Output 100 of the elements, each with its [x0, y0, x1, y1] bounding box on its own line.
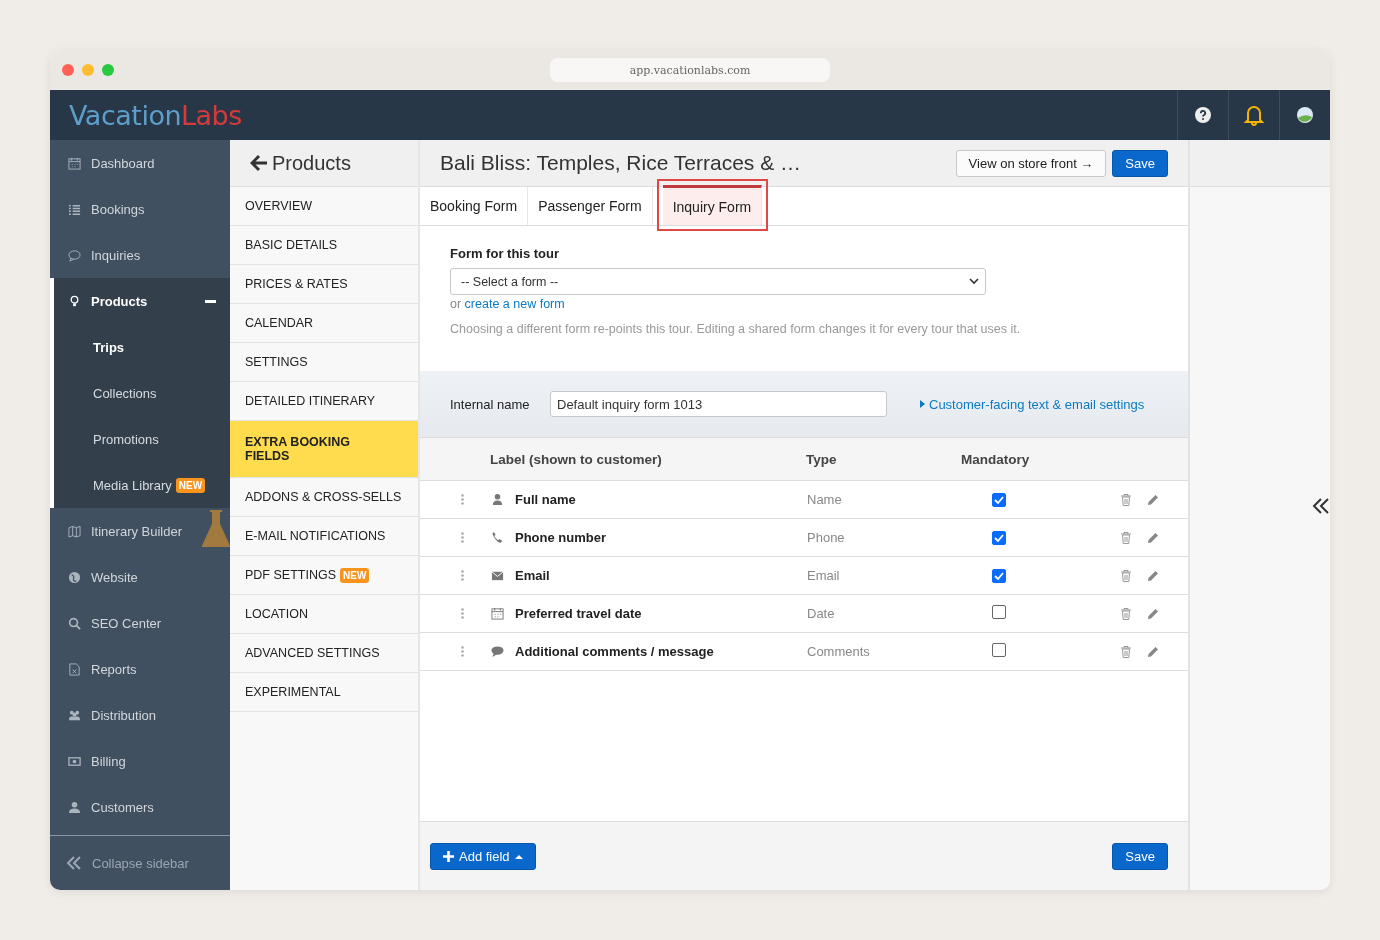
report-icon	[68, 662, 81, 676]
bell-icon[interactable]	[1243, 104, 1265, 126]
create-form-link[interactable]: create a new form	[464, 297, 565, 311]
menu-label: PRICES & RATES	[245, 277, 348, 291]
sidebar-item[interactable]: SEO Center	[50, 600, 230, 646]
sidebar-item[interactable]: Billing	[50, 738, 230, 784]
caret-up-icon	[514, 853, 523, 859]
menu-item[interactable]: SETTINGS	[230, 343, 418, 382]
menu-item[interactable]: EXPERIMENTAL	[230, 673, 418, 712]
menu-item[interactable]: OVERVIEW	[230, 187, 418, 226]
menu-label: LOCATION	[245, 607, 308, 621]
trash-icon[interactable]	[1121, 569, 1131, 582]
add-field-button[interactable]: Add field	[430, 842, 536, 870]
drag-handle-icon[interactable]	[461, 608, 464, 619]
mandatory-checkbox[interactable]	[992, 605, 1006, 619]
trash-icon[interactable]	[1121, 493, 1131, 506]
pencil-icon[interactable]	[1147, 531, 1159, 544]
field-label-cell-text: Phone number	[515, 530, 607, 545]
pencil-icon[interactable]	[1147, 607, 1159, 620]
column-header: Mandatory	[961, 451, 1030, 467]
mail-icon	[491, 569, 504, 582]
menu-label: E-MAIL NOTIFICATIONS	[245, 529, 386, 543]
pencil-icon[interactable]	[1147, 493, 1159, 506]
pencil-icon[interactable]	[1147, 645, 1159, 658]
user-icon	[68, 800, 81, 814]
mandatory-checkbox[interactable]	[992, 493, 1006, 507]
mandatory-checkbox[interactable]	[992, 569, 1006, 583]
menu-label: EXTRA BOOKING FIELDS	[245, 435, 352, 463]
calendar-icon	[491, 607, 504, 620]
mandatory-checkbox[interactable]	[992, 531, 1006, 545]
sidebar-item[interactable]: Distribution	[50, 692, 230, 738]
trash-icon[interactable]	[1121, 645, 1131, 658]
menu-label: PDF SETTINGS	[245, 568, 336, 582]
new-badge: NEW	[175, 477, 206, 493]
drag-handle-icon[interactable]	[461, 646, 464, 657]
sidebar-item[interactable]: Products	[50, 278, 230, 324]
tab[interactable]: Passenger Form	[528, 187, 653, 225]
address-bar[interactable]: app.vacationlabs.com	[550, 58, 830, 82]
minimize-dot[interactable]	[82, 64, 94, 76]
sidebar-item[interactable]: Reports	[50, 646, 230, 692]
back-arrow-icon[interactable]	[250, 154, 268, 172]
sidebar-subitem[interactable]: Promotions	[50, 416, 230, 462]
save-button[interactable]: Save	[1112, 842, 1168, 870]
pencil-icon[interactable]	[1147, 569, 1159, 582]
double-chevron-icon	[66, 855, 82, 871]
sidebar-label: Dashboard	[91, 155, 155, 171]
sidebar-item[interactable]: Itinerary Builder	[50, 508, 230, 554]
menu-item[interactable]: PDF SETTINGS NEW	[230, 556, 418, 595]
view-store-button[interactable]: View on store front →	[955, 149, 1107, 177]
sidebar-label: Customers	[91, 799, 154, 815]
drag-handle-icon[interactable]	[461, 532, 464, 543]
sidebar-label: Inquiries	[91, 247, 141, 263]
menu-item[interactable]: EXTRA BOOKING FIELDS	[230, 421, 418, 478]
globe-icon	[68, 570, 81, 584]
menu-item[interactable]: LOCATION	[230, 595, 418, 634]
close-dot[interactable]	[62, 64, 74, 76]
sidebar-item[interactable]: Customers	[50, 784, 230, 830]
search-icon	[68, 616, 81, 630]
logo[interactable]: VacationLabs	[69, 99, 242, 131]
trash-icon[interactable]	[1121, 531, 1131, 544]
user-icon	[491, 493, 504, 506]
tab[interactable]: Booking Form	[420, 187, 529, 225]
sidebar-subitem[interactable]: Collections	[50, 370, 230, 416]
double-chevron-icon[interactable]	[1312, 497, 1330, 515]
or-text: or	[450, 297, 462, 311]
help-icon[interactable]	[1195, 107, 1211, 123]
avatar-icon[interactable]	[1296, 106, 1314, 124]
settings-link[interactable]: Customer-facing text & email settings	[920, 396, 1145, 412]
sidebar-item[interactable]: Dashboard	[50, 140, 230, 186]
sidebar-item[interactable]: Bookings	[50, 186, 230, 232]
menu-item[interactable]: BASIC DETAILS	[230, 226, 418, 265]
maximize-dot[interactable]	[102, 64, 114, 76]
sidebar-label: Reports	[91, 661, 137, 677]
drag-handle-icon[interactable]	[461, 570, 464, 581]
sidebar-item[interactable]: Website	[50, 554, 230, 600]
menu-item[interactable]: ADDONS & CROSS-SELLS	[230, 478, 418, 517]
menu-item[interactable]: E-MAIL NOTIFICATIONS	[230, 517, 418, 556]
mandatory-checkbox[interactable]	[992, 643, 1006, 657]
menu-item[interactable]: ADVANCED SETTINGS	[230, 634, 418, 673]
menu-label: DETAILED ITINERARY	[245, 394, 376, 408]
save-button[interactable]: Save	[1112, 149, 1168, 177]
field-label-cell-text: Additional comments / message	[515, 644, 715, 659]
menu-item[interactable]: CALENDAR	[230, 304, 418, 343]
sidebar-subitem[interactable]: Media Library NEW	[50, 462, 230, 508]
sidebar-label: Media Library	[93, 477, 172, 493]
sidebar-subitem[interactable]: Trips	[50, 324, 230, 370]
menu-label: CALENDAR	[245, 316, 314, 330]
calendar-icon	[68, 156, 81, 170]
internal-name-field[interactable]: Default inquiry form 1013	[550, 391, 887, 417]
type-cell-text: Date	[807, 606, 836, 621]
trash-icon[interactable]	[1121, 607, 1131, 620]
form-select[interactable]: -- Select a form --	[450, 268, 986, 295]
column-header: Label (shown to customer)	[490, 451, 663, 467]
sidebar-label: SEO Center	[91, 615, 162, 631]
sidebar-label: Distribution	[91, 707, 157, 723]
menu-label: EXPERIMENTAL	[245, 685, 341, 699]
sidebar-item[interactable]: Inquiries	[50, 232, 230, 278]
drag-handle-icon[interactable]	[461, 494, 464, 505]
menu-item[interactable]: PRICES & RATES	[230, 265, 418, 304]
menu-label: OVERVIEW	[245, 199, 313, 213]
